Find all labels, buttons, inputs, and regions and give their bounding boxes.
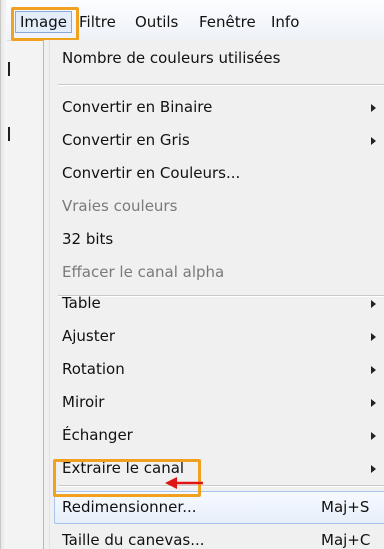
menu-item-label: Rotation bbox=[62, 360, 125, 378]
menu-item-label: Convertir en Couleurs... bbox=[62, 164, 241, 182]
menu-outils[interactable]: Outils bbox=[133, 11, 180, 33]
menu-item-rotation[interactable]: Rotation bbox=[54, 353, 384, 386]
left-edge-mark bbox=[8, 62, 10, 76]
chevron-right-icon bbox=[371, 104, 376, 112]
menu-item-label: Vraies couleurs bbox=[62, 197, 178, 215]
menu-item-label: Ajuster bbox=[62, 327, 116, 345]
window-edge bbox=[1, 0, 7, 549]
menu-item-label: Table bbox=[62, 294, 101, 312]
chevron-right-icon bbox=[371, 137, 376, 145]
menu-item-table[interactable]: Table bbox=[54, 287, 384, 320]
menu-item-effacer-alpha: Effacer le canal alpha bbox=[54, 256, 384, 289]
menu-item-convertir-couleurs[interactable]: Convertir en Couleurs... bbox=[54, 157, 384, 190]
menu-fenetre[interactable]: Fenêtre bbox=[197, 11, 258, 33]
menu-item-shortcut: Maj+C bbox=[321, 531, 371, 549]
menu-item-ajuster[interactable]: Ajuster bbox=[54, 320, 384, 353]
menu-item-label: Miroir bbox=[62, 393, 105, 411]
menu-gutter bbox=[44, 40, 50, 549]
menu-item-nombre-couleurs[interactable]: Nombre de couleurs utilisées bbox=[54, 42, 384, 75]
menu-item-miroir[interactable]: Miroir bbox=[54, 386, 384, 419]
menu-item-echanger[interactable]: Échanger bbox=[54, 419, 384, 452]
menu-item-taille-canevas[interactable]: Taille du canevas... Maj+C bbox=[54, 524, 384, 549]
menu-separator bbox=[58, 84, 384, 86]
app-window: Image Filtre Outils Fenêtre Info Nombre … bbox=[0, 0, 384, 549]
chevron-right-icon bbox=[371, 333, 376, 341]
menu-item-shortcut: Maj+S bbox=[321, 498, 370, 516]
menu-item-label: Convertir en Binaire bbox=[62, 98, 213, 116]
chevron-right-icon bbox=[371, 399, 376, 407]
menu-item-label: Effacer le canal alpha bbox=[62, 263, 225, 281]
chevron-right-icon bbox=[371, 366, 376, 374]
image-menu-highlight bbox=[11, 7, 79, 41]
menu-item-label: Taille du canevas... bbox=[62, 531, 205, 549]
menu-filtre[interactable]: Filtre bbox=[77, 11, 118, 33]
chevron-right-icon bbox=[371, 432, 376, 440]
menu-info[interactable]: Info bbox=[269, 11, 301, 33]
chevron-right-icon bbox=[371, 465, 376, 473]
menu-item-label: 32 bits bbox=[62, 230, 114, 248]
left-edge-mark bbox=[8, 127, 10, 141]
chevron-right-icon bbox=[371, 300, 376, 308]
red-arrow-left-icon bbox=[165, 477, 203, 489]
menu-item-vraies-couleurs: Vraies couleurs bbox=[54, 190, 384, 223]
menu-item-label: Échanger bbox=[62, 426, 133, 444]
menu-item-label: Nombre de couleurs utilisées bbox=[62, 49, 281, 67]
menu-item-convertir-binaire[interactable]: Convertir en Binaire bbox=[54, 91, 384, 124]
menu-item-32-bits[interactable]: 32 bits bbox=[54, 223, 384, 256]
menu-item-convertir-gris[interactable]: Convertir en Gris bbox=[54, 124, 384, 157]
menu-item-label: Convertir en Gris bbox=[62, 131, 190, 149]
